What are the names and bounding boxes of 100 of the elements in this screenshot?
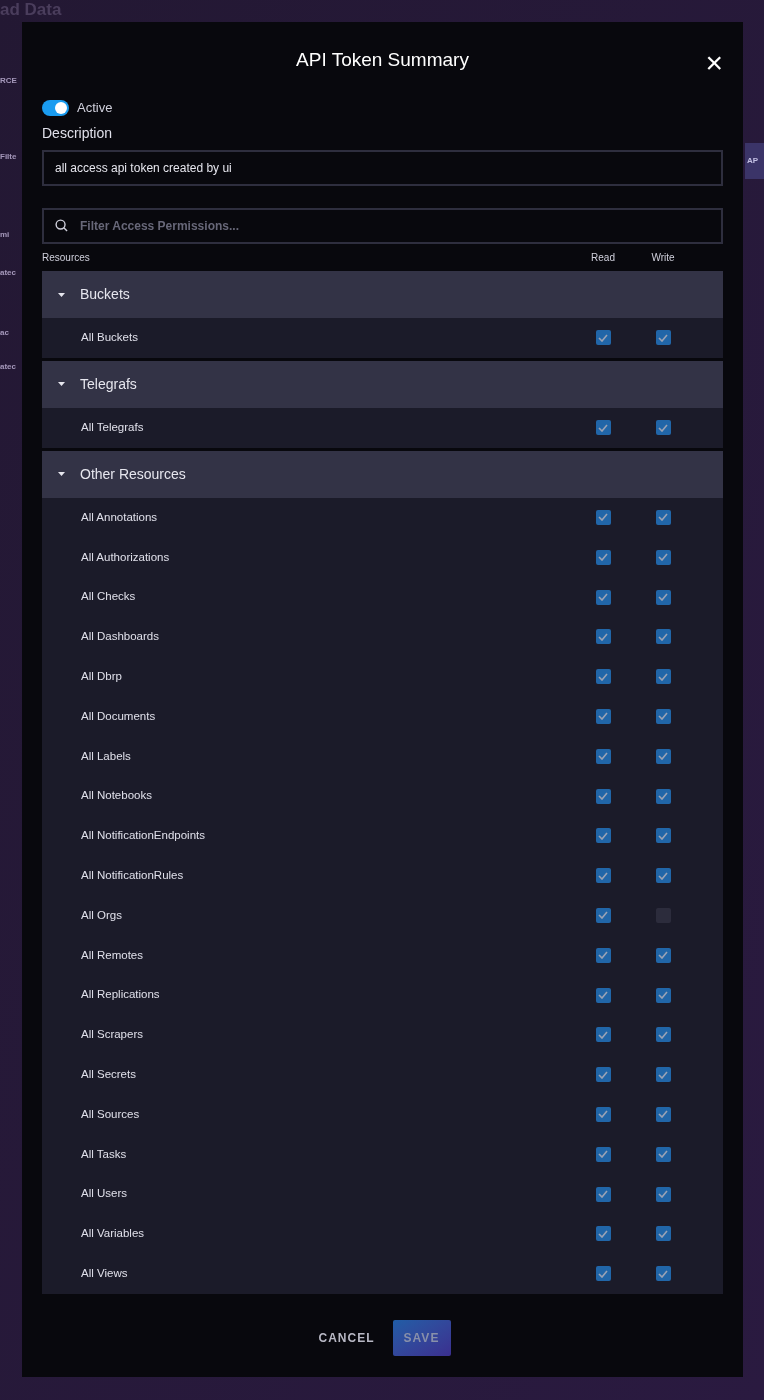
checkbox[interactable] [655, 669, 671, 685]
checkbox[interactable] [595, 1146, 611, 1162]
caret-icon [58, 292, 65, 297]
check-icon [598, 553, 608, 562]
resource-label: All Orgs [81, 907, 123, 923]
checkbox[interactable] [655, 510, 671, 525]
resource-label: All NotificationEndpoints [81, 828, 206, 844]
check-icon [598, 333, 608, 342]
checkbox[interactable] [655, 987, 671, 1003]
checkbox[interactable] [595, 330, 611, 346]
toggle-label: Active [77, 99, 113, 118]
checkbox[interactable] [595, 868, 611, 884]
checkbox[interactable] [595, 420, 611, 436]
check-icon [658, 792, 668, 801]
checkbox[interactable] [595, 549, 611, 565]
field-label: Description [42, 124, 114, 143]
checkbox[interactable] [595, 1106, 611, 1122]
check-icon [598, 513, 608, 522]
check-icon [598, 911, 608, 920]
check-icon [658, 1190, 668, 1199]
resource-label: All Buckets [81, 330, 139, 346]
search-icon [55, 219, 68, 232]
check-icon [658, 1070, 668, 1079]
checkbox[interactable] [595, 987, 611, 1003]
check-icon [598, 871, 608, 880]
check-icon [598, 632, 608, 641]
checkbox[interactable] [655, 330, 671, 346]
check-icon [658, 1269, 668, 1278]
background-text: RCE [0, 76, 17, 86]
checkbox[interactable] [655, 1146, 671, 1162]
checkbox[interactable] [595, 1186, 611, 1202]
check-icon [598, 951, 608, 960]
check-icon [598, 1070, 608, 1079]
group-header[interactable]: Other Resources [42, 450, 723, 498]
checkbox[interactable] [595, 1027, 611, 1043]
checkbox[interactable] [595, 510, 611, 525]
check-icon [598, 672, 608, 681]
group-header[interactable]: Telegrafs [42, 360, 723, 408]
checkbox[interactable] [655, 1067, 671, 1083]
resource-label: All Notebooks [81, 788, 153, 804]
resource-label: All Scrapers [81, 1027, 144, 1043]
checkbox[interactable] [655, 1106, 671, 1122]
check-icon [658, 991, 668, 1000]
checkbox[interactable] [595, 788, 611, 804]
column-header: Resources [42, 251, 91, 265]
cancel-button[interactable]: CANCEL [314, 1319, 379, 1356]
checkbox[interactable] [655, 828, 671, 844]
check-icon [598, 831, 608, 840]
checkbox[interactable] [595, 907, 611, 923]
check-icon [658, 951, 668, 960]
checkbox[interactable] [655, 1266, 671, 1282]
caret-icon [58, 382, 65, 387]
checkbox[interactable] [595, 1067, 611, 1083]
check-icon [658, 752, 668, 761]
active-toggle[interactable] [42, 100, 69, 116]
checkbox[interactable] [655, 589, 671, 605]
check-icon [598, 991, 608, 1000]
checkbox[interactable] [595, 1226, 611, 1242]
checkbox[interactable] [595, 828, 611, 844]
resource-label: All Labels [81, 748, 132, 764]
close-button[interactable]: × [705, 48, 723, 78]
checkbox[interactable] [655, 868, 671, 884]
resource-label: All Checks [81, 589, 137, 605]
check-icon [658, 333, 668, 342]
checkbox[interactable] [655, 748, 671, 764]
filter-field[interactable]: Filter Access Permissions... [42, 208, 723, 244]
checkbox[interactable] [595, 629, 611, 645]
checkbox[interactable] [595, 947, 611, 963]
background-text: mi [0, 230, 10, 240]
check-icon [598, 1110, 608, 1119]
checkbox[interactable] [595, 669, 611, 685]
checkbox[interactable] [655, 947, 671, 963]
resource-label: All Authorizations [81, 549, 171, 565]
background-text: ac [0, 328, 9, 338]
check-icon [598, 593, 608, 602]
checkbox[interactable] [595, 1266, 611, 1282]
checkbox[interactable] [655, 420, 671, 436]
description-field[interactable]: all access api token created by ui [42, 150, 723, 186]
resource-label: All Users [81, 1186, 128, 1202]
check-icon [598, 712, 608, 721]
check-icon [658, 1110, 668, 1119]
checkbox[interactable] [595, 708, 611, 724]
check-icon [658, 831, 668, 840]
resource-label: All Variables [81, 1226, 146, 1242]
check-icon [658, 593, 668, 602]
checkbox[interactable] [655, 629, 671, 645]
check-icon [658, 553, 668, 562]
group-header[interactable]: Buckets [42, 271, 723, 318]
check-icon [658, 632, 668, 641]
checkbox[interactable] [655, 1186, 671, 1202]
check-icon [658, 1229, 668, 1238]
checkbox[interactable] [595, 748, 611, 764]
check-icon [658, 672, 668, 681]
checkbox[interactable] [655, 788, 671, 804]
checkbox[interactable] [655, 708, 671, 724]
checkbox[interactable] [655, 1027, 671, 1043]
check-icon [658, 871, 668, 880]
checkbox[interactable] [655, 549, 671, 565]
checkbox[interactable] [655, 1226, 671, 1242]
checkbox[interactable] [595, 589, 611, 605]
